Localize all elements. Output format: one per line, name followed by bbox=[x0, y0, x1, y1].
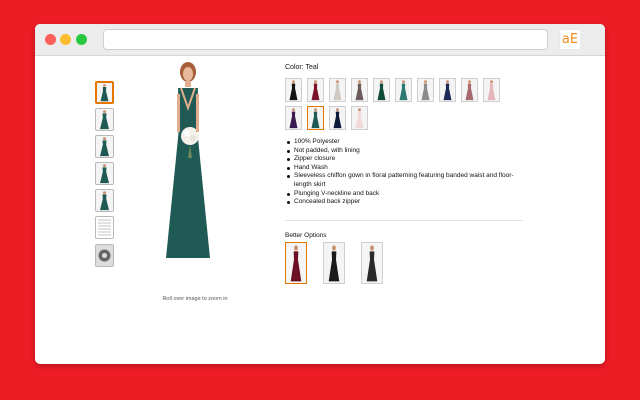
feature-item: length skirt bbox=[294, 180, 326, 188]
color-swatch[interactable] bbox=[483, 78, 500, 102]
better-options bbox=[285, 242, 405, 284]
better-option-item[interactable] bbox=[323, 242, 345, 284]
zoom-hint: Roll over image to zoom in bbox=[162, 296, 228, 302]
thumb-360-view[interactable] bbox=[95, 244, 114, 267]
color-swatch[interactable] bbox=[351, 78, 368, 102]
color-swatch[interactable] bbox=[351, 106, 368, 130]
feature-item: Hand Wash bbox=[285, 164, 525, 173]
color-swatch[interactable] bbox=[307, 78, 324, 102]
thumb-teal-closeup[interactable] bbox=[95, 189, 114, 212]
color-swatch[interactable] bbox=[285, 106, 302, 130]
color-swatch[interactable] bbox=[417, 78, 434, 102]
feature-item: Concealed back zipper bbox=[285, 198, 525, 207]
feature-item: Plunging V-neckline and back bbox=[285, 190, 525, 199]
color-swatch[interactable] bbox=[395, 78, 412, 102]
color-swatch[interactable] bbox=[285, 78, 302, 102]
better-option-item[interactable] bbox=[361, 242, 383, 284]
color-swatch[interactable] bbox=[307, 106, 324, 130]
maximize-window-button[interactable] bbox=[76, 34, 87, 45]
color-swatch[interactable] bbox=[373, 78, 390, 102]
product-details: Color: Teal 100% Polyester Not padded, wi… bbox=[285, 64, 525, 284]
feature-list: 100% Polyester Not padded, with lining Zip… bbox=[285, 138, 525, 207]
color-swatch[interactable] bbox=[329, 106, 346, 130]
thumb-teal-back[interactable] bbox=[95, 135, 114, 158]
feature-item: Zipper closure bbox=[285, 155, 525, 164]
thumb-size-chart[interactable] bbox=[95, 216, 114, 239]
color-swatch[interactable] bbox=[329, 78, 346, 102]
main-product-image[interactable] bbox=[150, 58, 230, 272]
feature-item: Not padded, with lining bbox=[285, 147, 525, 156]
address-bar[interactable] bbox=[103, 29, 548, 50]
browser-titlebar: aE bbox=[35, 24, 605, 56]
product-page: Roll over image to zoom in Color: Teal 1… bbox=[35, 56, 605, 364]
extension-button[interactable]: aE bbox=[559, 29, 581, 50]
thumb-teal-front[interactable] bbox=[95, 81, 114, 104]
better-options-label: Better Options bbox=[285, 232, 327, 239]
thumb-teal-detail[interactable] bbox=[95, 162, 114, 185]
color-swatch[interactable] bbox=[461, 78, 478, 102]
color-swatch[interactable] bbox=[439, 78, 456, 102]
dress-shape bbox=[166, 88, 210, 258]
better-option-item[interactable] bbox=[285, 242, 307, 284]
divider bbox=[285, 220, 523, 221]
minimize-window-button[interactable] bbox=[60, 34, 71, 45]
close-window-button[interactable] bbox=[45, 34, 56, 45]
browser-window: aE Roll over image to zoom in Color: Tea… bbox=[35, 24, 605, 364]
thumb-teal-side[interactable] bbox=[95, 108, 114, 131]
color-label: Color: Teal bbox=[285, 64, 319, 71]
feature-item: Sleeveless chiffon gown in floral patter… bbox=[285, 172, 525, 181]
feature-item: 100% Polyester bbox=[285, 138, 525, 147]
